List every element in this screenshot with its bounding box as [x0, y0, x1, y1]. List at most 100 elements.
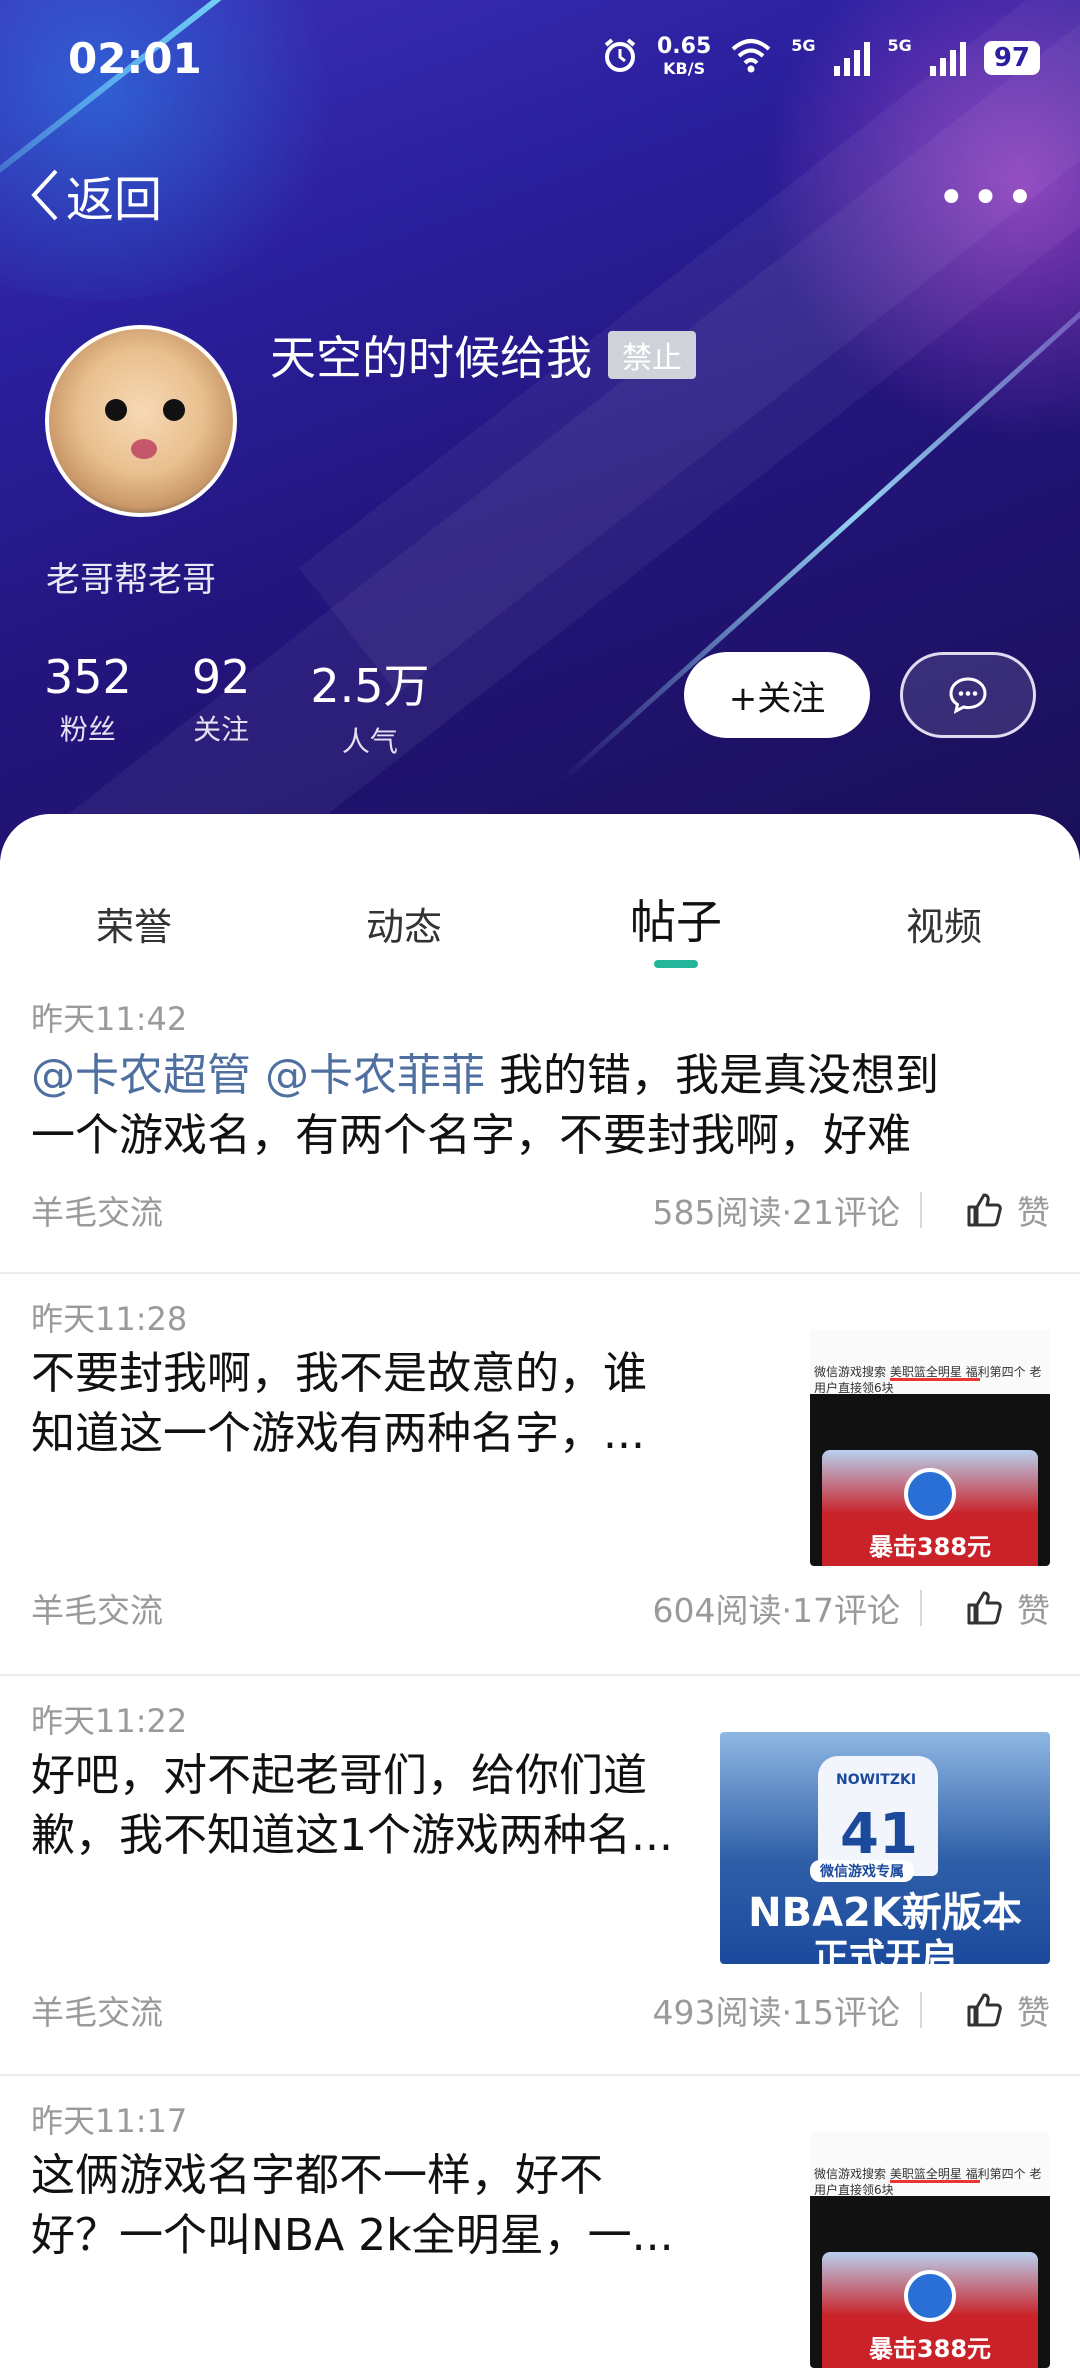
like-label: 赞 [1017, 1591, 1050, 1630]
like-button[interactable]: 赞 [965, 1986, 1050, 2034]
network-type-2: 5G [887, 36, 912, 55]
alarm-icon [601, 36, 639, 80]
status-icons: 0.65 KB/S 5G 5G 97 [601, 36, 1040, 80]
thumbs-up-icon [967, 1591, 1002, 1625]
thumbnail-screenshot: 微信游戏搜索 美职篮全明星 福利第四个 老用户直接领6块 暴击388元 [810, 1330, 1050, 1566]
post-metrics: 585阅读·21评论 [652, 1193, 900, 1232]
status-time: 02:01 [68, 34, 202, 83]
thumbnail-promo: 暴击388元 [868, 1533, 992, 1561]
post-item[interactable]: 昨天11:22 好吧，对不起老哥们，给你们道 歉，我不知道这1个游戏两种名...… [0, 1676, 1080, 2076]
post-item[interactable]: 昨天11:17 这俩游戏名字都不一样，好不 好？一个叫NBA 2k全明星，一..… [0, 2076, 1080, 2376]
more-options-button[interactable]: ••• [937, 170, 1040, 226]
tab-honors[interactable]: 荣誉 [34, 896, 234, 951]
divider [920, 1192, 922, 1228]
post-thumbnail[interactable]: 微信游戏搜索 美职篮全明星 福利第四个 老用户直接领6块 暴击388元 [810, 1330, 1050, 1566]
network-speed-value: 0.65 [657, 34, 712, 59]
post-text: @卡农超管 @卡农菲菲 我的错，我是真没想到 一个游戏名，有两个名字，不要封我啊… [31, 1046, 939, 1166]
thumbnail-nba-art: NOWITZKI 41 微信游戏专属 NBA2K新版本 正式开启 [720, 1732, 1050, 1964]
jersey-number: 41 [840, 1802, 918, 1867]
post-thumbnail[interactable]: NOWITZKI 41 微信游戏专属 NBA2K新版本 正式开启 [720, 1732, 1050, 1964]
post-text-line: 这俩游戏名字都不一样，好不 [31, 2150, 603, 2201]
thumbs-up-icon [967, 1993, 1002, 2027]
post-text-line: 一个游戏名，有两个名字，不要封我啊，好难 [31, 1110, 911, 1161]
back-button[interactable]: 返回 [30, 160, 162, 230]
thumbnail-screenshot: 微信游戏搜索 美职篮全明星 福利第四个 老用户直接领6块 暴击388元 [810, 2132, 1050, 2368]
stat-number: 2.5万 [310, 659, 430, 713]
stat-following[interactable]: 92 关注 [192, 650, 251, 760]
network-type-1: 5G [791, 36, 816, 55]
post-text: 不要封我啊，我不是故意的，谁 知道这一个游戏有两种名字，... [31, 1344, 647, 1464]
stat-fans[interactable]: 352 粉丝 [44, 650, 132, 760]
profile-header: 02:01 0.65 KB/S 5G 5G 97 返回 ••• 天空的时候给我 … [0, 0, 1080, 860]
network-speed: 0.65 KB/S [657, 36, 711, 80]
like-label: 赞 [1017, 1993, 1050, 2032]
stat-label: 人气 [341, 725, 398, 758]
stat-number: 352 [44, 650, 132, 704]
chat-bubble-icon [949, 677, 987, 714]
mention-link[interactable]: @卡农超管 [31, 1050, 251, 1101]
tab-videos[interactable]: 视频 [844, 896, 1044, 951]
mention-link[interactable]: @卡农菲菲 [265, 1050, 485, 1101]
active-tab-indicator [654, 960, 698, 968]
post-time: 昨天11:42 [31, 1000, 188, 1038]
signal-icon [833, 40, 870, 76]
post-text-line: 知道这一个游戏有两种名字，... [31, 1408, 645, 1459]
stat-label: 关注 [193, 713, 250, 746]
thumbs-up-icon [967, 1193, 1002, 1227]
stat-label: 粉丝 [59, 713, 116, 746]
username: 天空的时候给我 [270, 331, 592, 385]
post-time: 昨天11:22 [31, 1702, 188, 1740]
thumbnail-tag: 微信游戏专属 [810, 1860, 914, 1882]
profile-stats: 352 粉丝 92 关注 2.5万 人气 [44, 650, 430, 760]
top-nav: 返回 ••• [0, 150, 1080, 240]
avatar-eye [105, 399, 127, 421]
signal-icon [929, 40, 966, 76]
message-button[interactable] [900, 652, 1036, 738]
user-tagline: 老哥帮老哥 [46, 560, 216, 600]
like-label: 赞 [1017, 1193, 1050, 1232]
like-button[interactable]: 赞 [965, 1584, 1050, 1632]
username-row: 天空的时候给我 禁止 [270, 322, 696, 388]
thumbnail-promo: 暴击388元 [868, 2335, 992, 2363]
post-time: 昨天11:17 [31, 2102, 188, 2140]
stat-popularity[interactable]: 2.5万 人气 [310, 650, 429, 760]
post-text-line: 我的错，我是真没想到 [485, 1050, 939, 1101]
post-text-line: 不要封我啊，我不是故意的，谁 [31, 1348, 647, 1399]
network-speed-unit: KB/S [663, 59, 706, 78]
post-channel[interactable]: 羊毛交流 [31, 1584, 163, 1632]
post-channel[interactable]: 羊毛交流 [31, 1986, 163, 2034]
follow-button[interactable]: +关注 [684, 652, 870, 738]
jersey-name: NOWITZKI [836, 1772, 917, 1788]
wifi-icon [729, 37, 773, 79]
post-text-line: 歉，我不知道这1个游戏两种名... [31, 1810, 673, 1861]
post-channel[interactable]: 羊毛交流 [31, 1186, 163, 1234]
post-item[interactable]: 昨天11:42 @卡农超管 @卡农菲菲 我的错，我是真没想到 一个游戏名，有两个… [0, 974, 1080, 1274]
post-thumbnail[interactable]: 微信游戏搜索 美职篮全明星 福利第四个 老用户直接领6块 暴击388元 [810, 2132, 1050, 2368]
divider [920, 1590, 922, 1626]
content-sheet: 荣誉 动态 帖子 视频 昨天11:42 @卡农超管 @卡农菲菲 我的错，我是真没… [0, 814, 1080, 2376]
basketball-icon [904, 2270, 956, 2322]
post-item[interactable]: 昨天11:28 不要封我啊，我不是故意的，谁 知道这一个游戏有两种名字，... … [0, 1274, 1080, 1676]
chevron-left-icon [31, 169, 58, 221]
post-time: 昨天11:28 [31, 1300, 188, 1338]
thumbnail-subheadline: 正式开启 [812, 1937, 957, 1964]
like-button[interactable]: 赞 [965, 1186, 1050, 1234]
thumbnail-underline [890, 2180, 980, 2183]
thumbnail-underline [890, 1378, 980, 1381]
post-text-line: 好吧，对不起老哥们，给你们道 [31, 1750, 647, 1801]
tab-activity[interactable]: 动态 [304, 896, 504, 951]
tab-bar: 荣誉 动态 帖子 视频 [0, 886, 1080, 966]
avatar-eye [163, 399, 185, 421]
post-text: 这俩游戏名字都不一样，好不 好？一个叫NBA 2k全明星，一... [31, 2146, 674, 2266]
status-bar: 02:01 0.65 KB/S 5G 5G 97 [0, 0, 1080, 120]
divider [920, 1992, 922, 2028]
stat-number: 92 [191, 650, 251, 704]
back-label: 返回 [66, 172, 163, 228]
post-text-line: 好？一个叫NBA 2k全明星，一... [31, 2210, 674, 2261]
status-badge: 禁止 [608, 331, 696, 379]
post-text: 好吧，对不起老哥们，给你们道 歉，我不知道这1个游戏两种名... [31, 1746, 673, 1866]
tab-posts[interactable]: 帖子 [576, 886, 776, 952]
post-metrics: 604阅读·17评论 [652, 1591, 900, 1630]
battery-level: 97 [983, 41, 1040, 75]
avatar[interactable] [45, 325, 237, 517]
